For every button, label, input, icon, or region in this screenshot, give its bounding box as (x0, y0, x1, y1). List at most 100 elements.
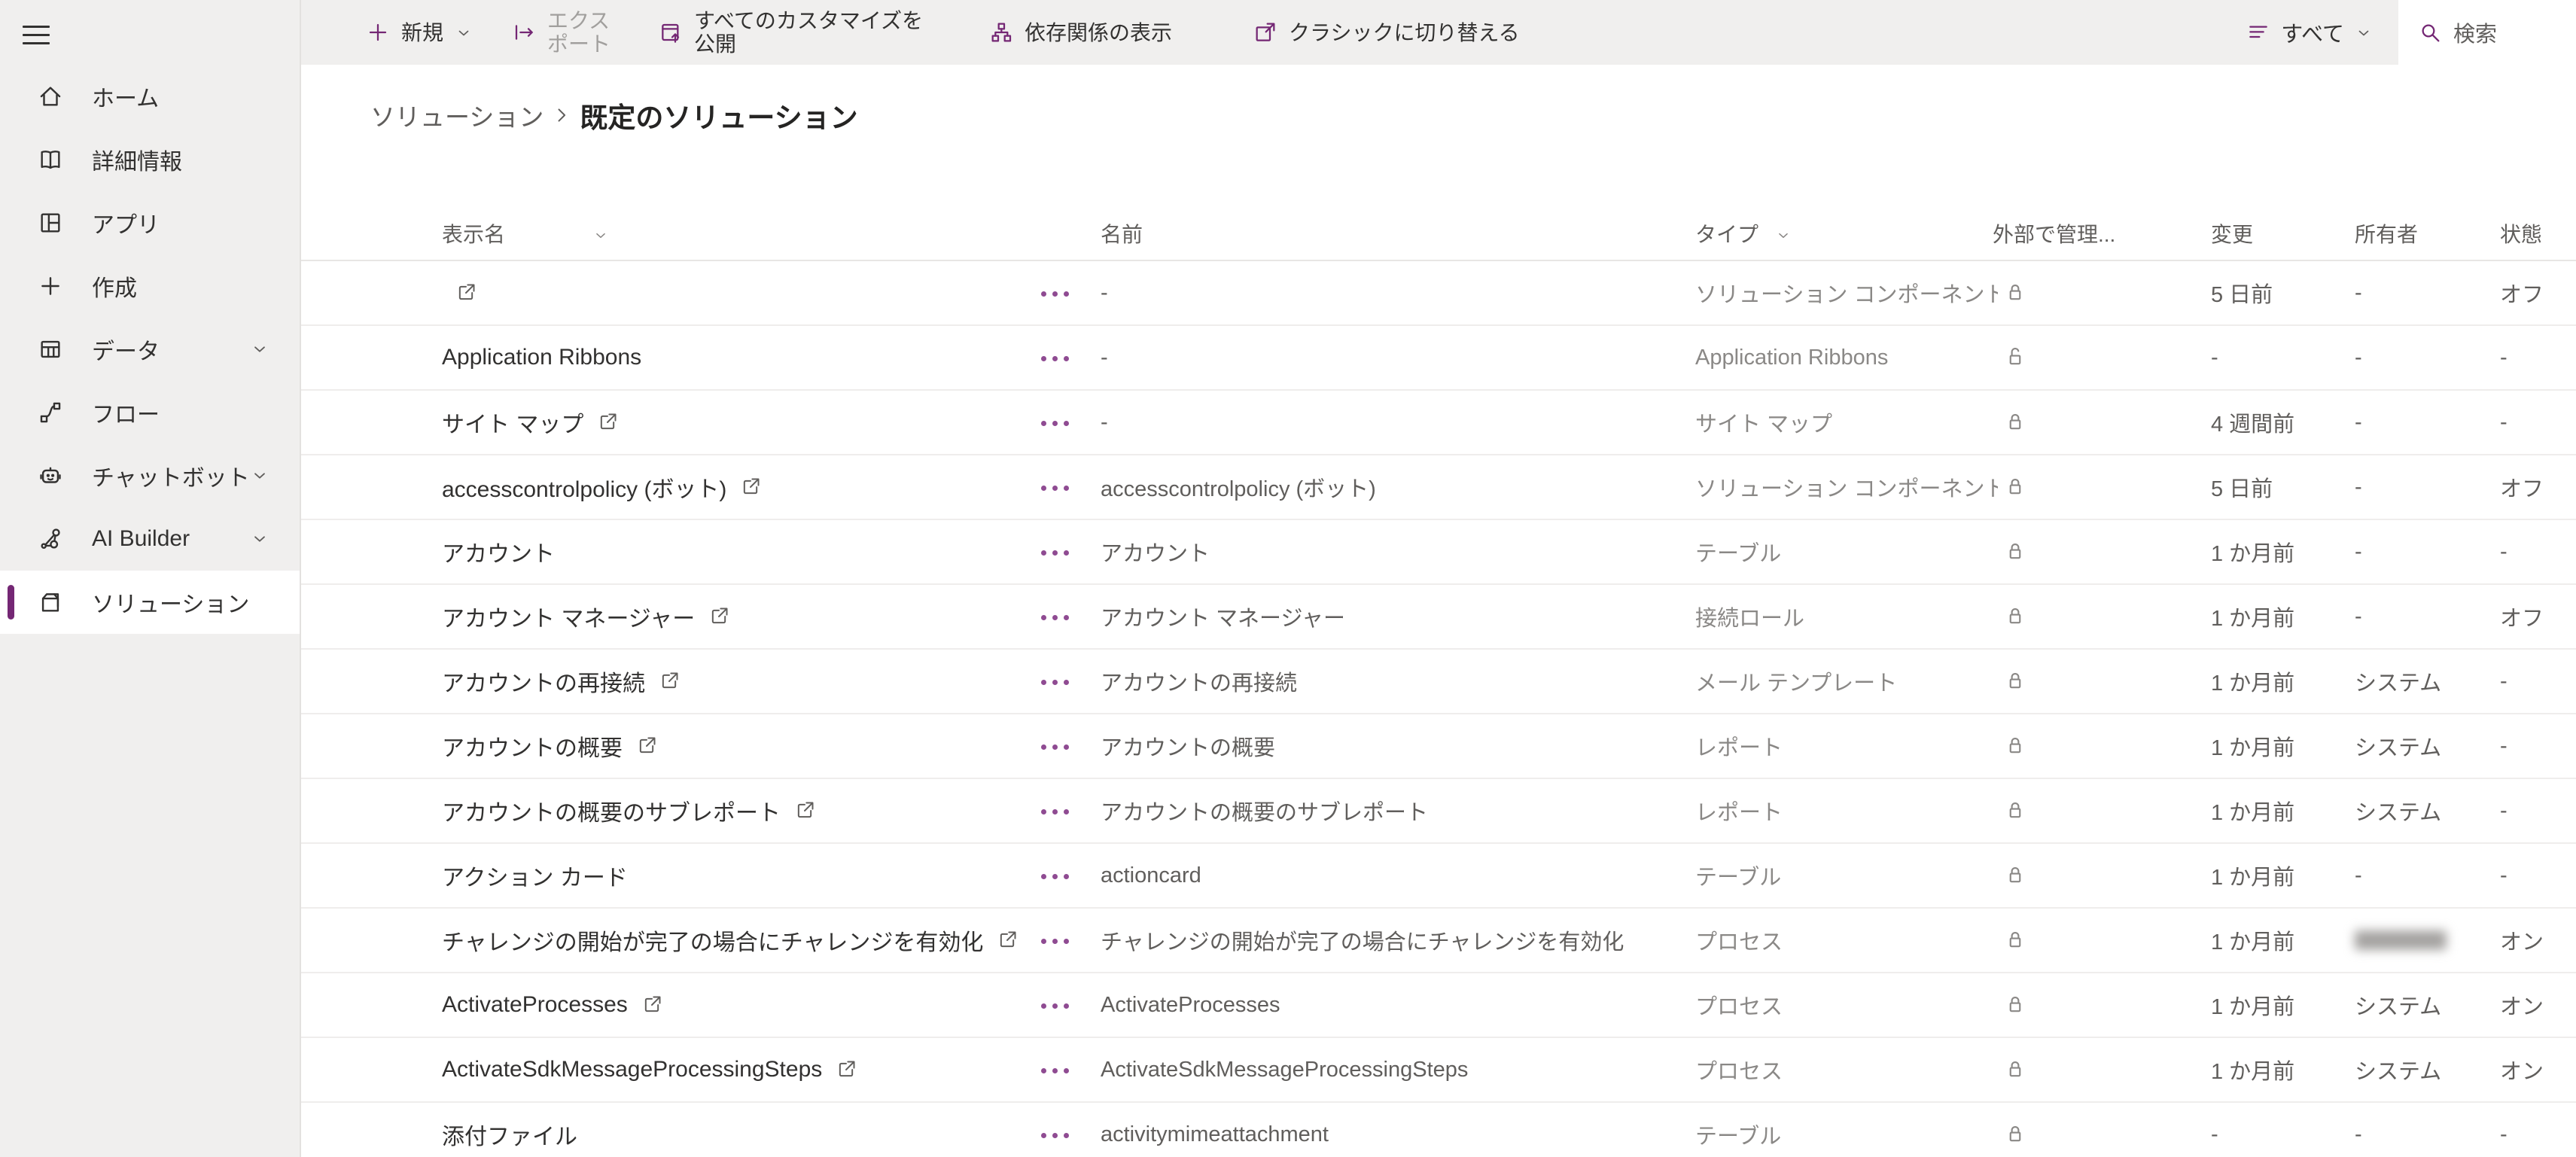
deps-button[interactable]: 依存関係の表示 (970, 0, 1192, 65)
modified-cell: - (2211, 345, 2218, 370)
table-row[interactable]: accesscontrolpolicy (ボット) accesscontrolp… (301, 455, 2576, 520)
column-header-name: 名前 (1101, 223, 1143, 246)
sidebar-item-flows[interactable]: フロー (0, 381, 300, 444)
open-external-icon[interactable] (708, 606, 729, 627)
chevron-down-icon[interactable] (250, 529, 269, 549)
more-commands-button[interactable] (1041, 1038, 1075, 1101)
open-external-icon[interactable] (836, 1059, 857, 1080)
sidebar-item-solutions[interactable]: ソリューション (0, 571, 300, 634)
lock-closed-icon (2004, 1103, 2026, 1157)
ellipsis-icon (1041, 741, 1075, 752)
table-row[interactable]: アカウントの概要 アカウントの概要 レポート 1 か月前 システム - (301, 714, 2576, 779)
display-name-cell[interactable]: アカウントの概要のサブレポート (442, 779, 815, 842)
open-external-icon[interactable] (636, 735, 657, 757)
type-cell: ソリューション コンポーネント リレー (1695, 283, 1998, 307)
table-row[interactable]: 添付ファイル activitymimeattachment テーブル - - - (301, 1103, 2576, 1157)
display-name-text: accesscontrolpolicy (ボット) (442, 477, 727, 502)
sidebar-item-data[interactable]: データ (0, 318, 300, 381)
owner-cell: システム (2355, 801, 2442, 825)
publish-button[interactable]: すべてのカスタマイズを公開 (639, 0, 948, 65)
display-name-cell[interactable]: アカウント マネージャー (442, 585, 729, 648)
open-external-icon[interactable] (794, 800, 815, 821)
table-row[interactable]: サイト マップ - サイト マップ 4 週間前 - - (301, 391, 2576, 455)
sidebar-item-create[interactable]: 作成 (0, 254, 300, 318)
table-row[interactable]: アカウントの概要のサブレポート アカウントの概要のサブレポート レポート 1 か… (301, 779, 2576, 844)
open-external-icon[interactable] (455, 282, 477, 303)
sidebar-item-label: チャットボット (92, 466, 250, 491)
apps-icon (38, 210, 63, 236)
display-name-cell[interactable]: ActivateProcesses (442, 973, 662, 1037)
status-cell: - (2500, 863, 2507, 888)
more-commands-button[interactable] (1041, 779, 1075, 842)
display-name-cell[interactable]: アカウントの再接続 (442, 650, 680, 713)
chevron-down-icon[interactable] (250, 466, 269, 486)
display-name-cell[interactable]: アカウントの概要 (442, 714, 657, 778)
sidebar-item-aibuilder[interactable]: AI Builder (0, 507, 300, 571)
more-commands-button[interactable] (1041, 520, 1075, 583)
export-button[interactable]: エクスポート (492, 0, 639, 65)
open-external-icon[interactable] (740, 477, 761, 498)
column-header-display-name[interactable]: 表示名 (442, 207, 609, 260)
more-commands-button[interactable] (1041, 391, 1075, 454)
lock-closed-icon (2004, 714, 2026, 778)
owner-cell: - (2355, 1122, 2362, 1146)
display-name-cell[interactable] (442, 261, 477, 324)
classic-button[interactable]: クラシックに切り替える (1234, 0, 1539, 65)
sidebar-item-chatbots[interactable]: チャットボット (0, 444, 300, 507)
status-cell: - (2500, 1122, 2507, 1146)
display-name-cell[interactable]: 添付ファイル (442, 1103, 577, 1157)
display-name-cell[interactable]: Application Ribbons (442, 326, 641, 389)
table-row[interactable]: ActivateProcesses ActivateProcesses プロセス… (301, 973, 2576, 1038)
display-name-cell[interactable]: チャレンジの開始が完了の場合にチャレンジを有効化 (442, 909, 1018, 972)
table-body: - ソリューション コンポーネント リレー 5 日前 - オフ Applicat… (301, 261, 2576, 1157)
more-commands-button[interactable] (1041, 714, 1075, 778)
sidebar-item-home[interactable]: ホーム (0, 65, 300, 128)
open-external-icon[interactable] (659, 671, 680, 692)
page-root: ホーム 詳細情報 アプリ 作成 データ フロー チャットボット AI Build… (0, 0, 2576, 1157)
sidebar-item-learn[interactable]: 詳細情報 (0, 128, 300, 191)
open-external-icon[interactable] (997, 930, 1018, 951)
display-name-cell[interactable]: accesscontrolpolicy (ボット) (442, 455, 761, 519)
new-button[interactable]: 新規 (346, 0, 492, 65)
name-cell: actioncard (1101, 863, 1201, 888)
breadcrumb-solutions-link[interactable]: ソリューション (370, 97, 544, 133)
display-name-text: Application Ribbons (442, 345, 642, 370)
name-cell: チャレンジの開始が完了の場合にチャレンジを有効化 (1101, 930, 1624, 955)
sidebar-item-apps[interactable]: アプリ (0, 191, 300, 254)
more-commands-button[interactable] (1041, 585, 1075, 648)
more-commands-button[interactable] (1041, 455, 1075, 519)
bot-icon (38, 463, 63, 489)
view-filter-button[interactable]: すべて (2230, 0, 2389, 65)
table-row[interactable]: Application Ribbons - Application Ribbon… (301, 326, 2576, 391)
display-name-cell[interactable]: サイト マップ (442, 391, 618, 454)
more-commands-button[interactable] (1041, 844, 1075, 907)
more-commands-button[interactable] (1041, 261, 1075, 324)
command-bar-right: すべて 検索 (2230, 0, 2576, 65)
table-row[interactable]: ActivateSdkMessageProcessingSteps Activa… (301, 1038, 2576, 1103)
table-row[interactable]: アカウント マネージャー アカウント マネージャー 接続ロール 1 か月前 - … (301, 585, 2576, 650)
table-row[interactable]: チャレンジの開始が完了の場合にチャレンジを有効化 チャレンジの開始が完了の場合に… (301, 909, 2576, 973)
more-commands-button[interactable] (1041, 1103, 1075, 1157)
table-row[interactable]: アクション カード actioncard テーブル 1 か月前 - - (301, 844, 2576, 909)
column-header-type[interactable]: タイプ (1695, 207, 1792, 260)
chevron-down-icon[interactable] (250, 339, 269, 359)
hamburger-button[interactable] (18, 15, 54, 51)
ellipsis-icon (1041, 805, 1075, 817)
table-row[interactable]: アカウント アカウント テーブル 1 か月前 - - (301, 520, 2576, 585)
open-external-icon[interactable] (597, 412, 618, 433)
search-input[interactable]: 検索 (2398, 0, 2576, 65)
more-commands-button[interactable] (1041, 909, 1075, 972)
display-name-cell[interactable]: アクション カード (442, 844, 628, 907)
display-name-cell[interactable]: ActivateSdkMessageProcessingSteps (442, 1038, 857, 1101)
display-name-cell[interactable]: アカウント (442, 520, 555, 583)
type-cell: サイト マップ (1695, 413, 1833, 437)
more-commands-button[interactable] (1041, 326, 1075, 389)
status-cell: オフ (2500, 607, 2544, 631)
table-row[interactable]: アカウントの再接続 アカウントの再接続 メール テンプレート 1 か月前 システ… (301, 650, 2576, 714)
more-commands-button[interactable] (1041, 973, 1075, 1037)
type-cell: Application Ribbons (1695, 345, 1889, 370)
table-row[interactable]: - ソリューション コンポーネント リレー 5 日前 - オフ (301, 261, 2576, 326)
more-commands-button[interactable] (1041, 650, 1075, 713)
open-external-icon[interactable] (641, 994, 662, 1015)
plus-icon (38, 273, 63, 299)
